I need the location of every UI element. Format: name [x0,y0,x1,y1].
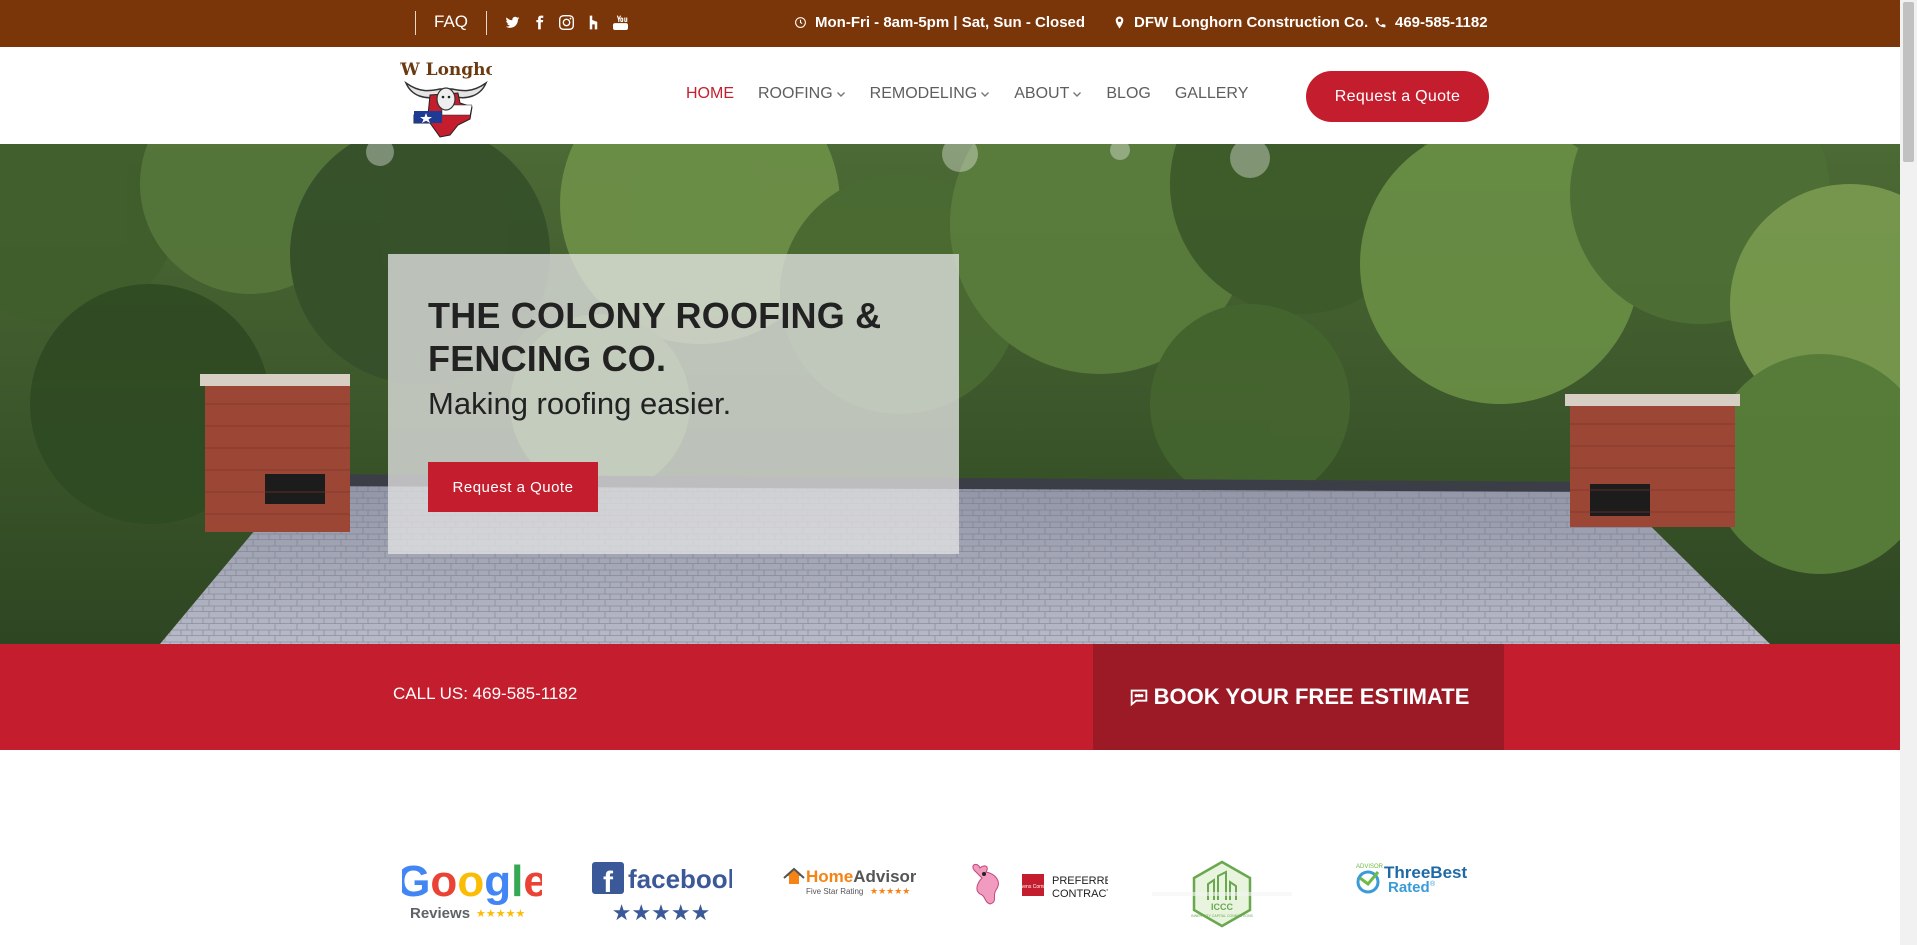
book-estimate-button[interactable]: BOOK YOUR FREE ESTIMATE [1093,644,1504,750]
review-badges: Google Reviews ★★★★★ f facebook ★★★★★ Ho… [0,750,1900,945]
divider [415,11,416,35]
chat-bubble-icon [1130,689,1147,707]
youtube-icon[interactable] [613,14,628,31]
nav-label: ROOFING [758,85,833,102]
clock-icon [795,17,806,28]
nav-label: ABOUT [1014,85,1070,102]
instagram-icon[interactable] [559,14,574,31]
main-nav: HOME ROOFING REMODELING ABOUT BLOG GALLE… [686,85,1272,103]
svg-text:®: ® [1430,880,1436,888]
svg-text:HomeAdvisor: HomeAdvisor [806,867,916,886]
svg-text:Rated: Rated [1388,879,1430,896]
nav-label: REMODELING [869,85,978,102]
three-best-rated-badge[interactable]: ADVISOR ThreeBest Rated ® [1354,860,1474,898]
facebook-reviews-badge[interactable]: f facebook ★★★★★ [590,860,743,926]
top-bar: FAQ Mon-Fri - 8am-5pm | Sat, Sun - Close… [0,0,1900,47]
phone-text: 469-585-1182 [1395,14,1488,31]
svg-text:f: f [603,866,614,899]
company-location: DFW Longhorn Construction Co. [1113,14,1368,31]
company-logo[interactable]: DFW Longhorn [374,53,518,141]
nav-label: GALLERY [1174,85,1249,102]
houzz-icon[interactable] [586,14,601,31]
svg-text:Google: Google [402,858,542,906]
nav-blog[interactable]: BLOG [1106,85,1150,103]
hours-text: Mon-Fri - 8am-5pm | Sat, Sun - Closed [815,14,1086,31]
cta-band: CALL US: 469-585-1182 BOOK YOUR FREE EST… [0,644,1900,750]
chevron-down-icon [836,92,845,97]
svg-text:CONTRACTOR: CONTRACTOR [1052,888,1108,900]
nav-about[interactable]: ABOUT [1014,85,1082,103]
svg-text:★★★★★: ★★★★★ [476,907,525,920]
google-reviews-badge[interactable]: Google Reviews ★★★★★ [396,857,548,923]
svg-text:facebook: facebook [628,864,732,894]
divider [486,11,487,35]
request-quote-button[interactable]: Request a Quote [1306,71,1489,122]
scrollbar-thumb[interactable] [1903,2,1914,162]
svg-text:★★★★★: ★★★★★ [870,887,910,897]
site-header: DFW Longhorn HOME ROOFING REMODELING ABO… [0,47,1900,144]
facebook-icon[interactable] [532,14,547,31]
twitter-icon[interactable] [505,14,520,31]
map-pin-icon [1115,16,1124,29]
business-hours: Mon-Fri - 8am-5pm | Sat, Sun - Closed [794,14,1085,31]
svg-text:★★★★★: ★★★★★ [612,901,711,924]
svg-text:PREFERRED: PREFERRED [1052,875,1108,887]
phone-icon [1375,17,1386,28]
top-phone[interactable]: 469-585-1182 [1374,14,1488,31]
svg-text:DFW Longhorn: DFW Longhorn [400,60,492,80]
hero-section: THE COLONY ROOFING & FENCING CO. Making … [0,144,1900,644]
hero-title: THE COLONY ROOFING & FENCING CO. [428,295,882,379]
faq-link[interactable]: FAQ [434,12,468,32]
svg-text:Owens Corning: Owens Corning [1016,884,1051,890]
iccc-badge[interactable]: ICCC INNER CITY CAPITAL CONNECTIONS [1152,860,1292,930]
nav-remodeling[interactable]: REMODELING [870,85,991,103]
svg-text:ADVISOR: ADVISOR [1356,864,1384,870]
nav-home[interactable]: HOME [686,85,734,103]
homeadvisor-badge[interactable]: HomeAdvisor Five Star Rating ★★★★★ [782,862,917,898]
call-us-text[interactable]: CALL US: 469-585-1182 [393,684,577,704]
nav-label: HOME [686,85,734,102]
hero-subtitle: Making roofing easier. [428,386,732,421]
page-scrollbar[interactable] [1900,0,1917,945]
company-text: DFW Longhorn Construction Co. [1134,14,1369,31]
hero-request-quote-button[interactable]: Request a Quote [428,462,598,512]
nav-label: BLOG [1106,85,1151,102]
chevron-down-icon [981,92,990,97]
hero-card: THE COLONY ROOFING & FENCING CO. Making … [388,254,959,554]
estimate-label: BOOK YOUR FREE ESTIMATE [1153,684,1470,709]
social-links [505,14,628,31]
svg-text:Five Star Rating: Five Star Rating [806,887,863,896]
nav-roofing[interactable]: ROOFING [758,85,846,103]
chevron-down-icon [1073,92,1082,97]
nav-gallery[interactable]: GALLERY [1175,85,1249,103]
svg-text:INNER CITY CAPITAL CONNECTIONS: INNER CITY CAPITAL CONNECTIONS [1191,914,1253,918]
preferred-contractor-badge[interactable]: Owens Corning PREFERRED CONTRACTOR [968,860,1129,908]
svg-text:Reviews: Reviews [410,905,470,922]
svg-text:ICCC: ICCC [1211,902,1233,912]
